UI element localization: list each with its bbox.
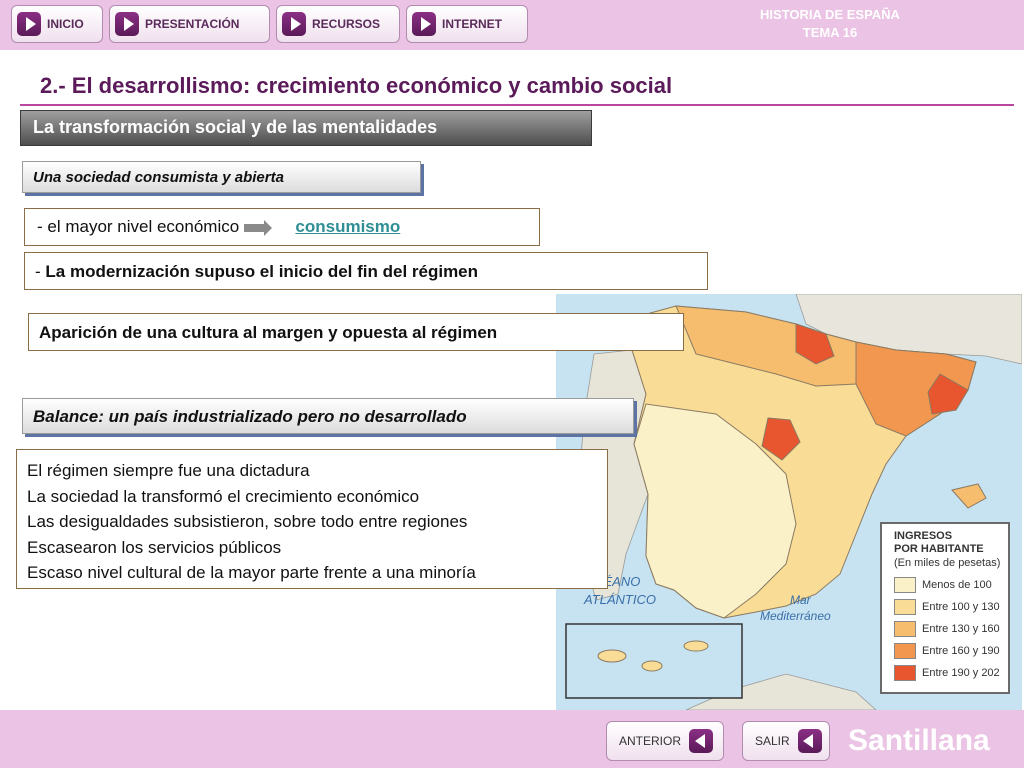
legend-row: Menos de 100: [894, 574, 1008, 596]
legend-swatch: [894, 621, 916, 637]
nav-button-internet[interactable]: INTERNET: [406, 5, 528, 43]
legend-row: Entre 160 y 190: [894, 640, 1008, 662]
consumerism-statement-text: - el mayor nivel económico: [37, 217, 240, 236]
legend-title-line-1: INGRESOS: [894, 530, 953, 542]
legend-label: Entre 100 y 130: [922, 601, 1000, 613]
title-divider: [20, 104, 1014, 106]
balearic-islands-shape: [951, 483, 987, 509]
course-title: HISTORIA DE ESPAÑA TEMA 16: [720, 6, 940, 42]
map-legend: INGRESOS POR HABITANTE (En miles de pese…: [880, 522, 1010, 694]
nav-button-label: RECURSOS: [312, 17, 381, 31]
nav-button-label: INTERNET: [442, 17, 502, 31]
legend-label: Entre 130 y 160: [922, 623, 1000, 635]
modernization-statement-text: La modernización supuso el inicio del fi…: [45, 262, 479, 281]
play-icon: [115, 12, 139, 36]
exit-button-label: SALIR: [755, 734, 790, 748]
list-item: El régimen siempre fue una dictadura: [27, 461, 310, 480]
consumerism-statement: - el mayor nivel económico consumismo: [24, 208, 540, 246]
sea-label-line-1: Mar: [790, 593, 812, 607]
nav-button-inicio[interactable]: INICIO: [11, 5, 103, 43]
subsection-title-balance: Balance: un país industrializado pero no…: [22, 398, 634, 434]
arrow-right-icon: [243, 219, 272, 236]
page-title: 2.- El desarrollismo: crecimiento económ…: [40, 73, 673, 98]
legend-title-line-2: POR HABITANTE: [894, 543, 984, 555]
list-item: Escasearon los servicios públicos: [27, 537, 282, 557]
previous-button[interactable]: ANTERIOR: [606, 721, 724, 761]
list-item: Escaso nivel cultural de la mayor parte …: [27, 563, 476, 582]
play-icon: [17, 12, 41, 36]
legend-label: Menos de 100: [922, 579, 992, 591]
legend-row: Entre 190 y 202: [894, 662, 1008, 684]
legend-swatch: [894, 599, 916, 615]
canary-island-shape: [683, 640, 709, 652]
legend-label: Entre 190 y 202: [922, 667, 1000, 679]
balance-list: El régimen siempre fue una dictadura La …: [16, 449, 608, 589]
modernization-statement: - La modernización supuso el inicio del …: [24, 252, 708, 290]
previous-button-label: ANTERIOR: [619, 734, 682, 748]
opposition-culture-statement: Aparición de una cultura al margen y opu…: [28, 313, 684, 351]
legend-swatch: [894, 577, 916, 593]
legend-subtitle: (En miles de pesetas): [894, 557, 1001, 569]
list-item: Las desigualdades subsistieron, sobre to…: [27, 512, 468, 531]
nav-button-presentacion[interactable]: PRESENTACIÓN: [109, 5, 270, 43]
canary-island-shape: [597, 649, 627, 663]
section-title: La transformación social y de las mental…: [20, 110, 592, 146]
course-title-line-1: HISTORIA DE ESPAÑA: [760, 7, 900, 22]
sea-label-line-2: Mediterráneo: [760, 609, 831, 623]
legend-row: Entre 130 y 160: [894, 618, 1008, 640]
modernization-statement-dash: -: [35, 262, 46, 281]
ocean-label-line-2: ATLÁNTICO: [583, 592, 656, 607]
play-icon: [412, 12, 436, 36]
exit-button[interactable]: SALIR: [742, 721, 830, 761]
back-arrow-icon: [797, 729, 822, 753]
legend-label: Entre 160 y 190: [922, 645, 1000, 657]
play-icon: [282, 12, 306, 36]
nav-button-label: PRESENTACIÓN: [145, 17, 240, 31]
canary-island-shape: [641, 660, 663, 672]
subsection-title-consumer-society: Una sociedad consumista y abierta: [22, 161, 421, 193]
legend-row: Entre 100 y 130: [894, 596, 1008, 618]
consumismo-link[interactable]: consumismo: [295, 217, 400, 236]
back-arrow-icon: [689, 729, 714, 753]
brand-logo: Santillana: [848, 724, 990, 757]
list-item: La sociedad la transformó el crecimiento…: [27, 486, 420, 506]
nav-button-label: INICIO: [47, 17, 84, 31]
course-title-line-2: TEMA 16: [802, 25, 858, 40]
legend-swatch: [894, 643, 916, 659]
legend-swatch: [894, 665, 916, 681]
nav-button-recursos[interactable]: RECURSOS: [276, 5, 400, 43]
